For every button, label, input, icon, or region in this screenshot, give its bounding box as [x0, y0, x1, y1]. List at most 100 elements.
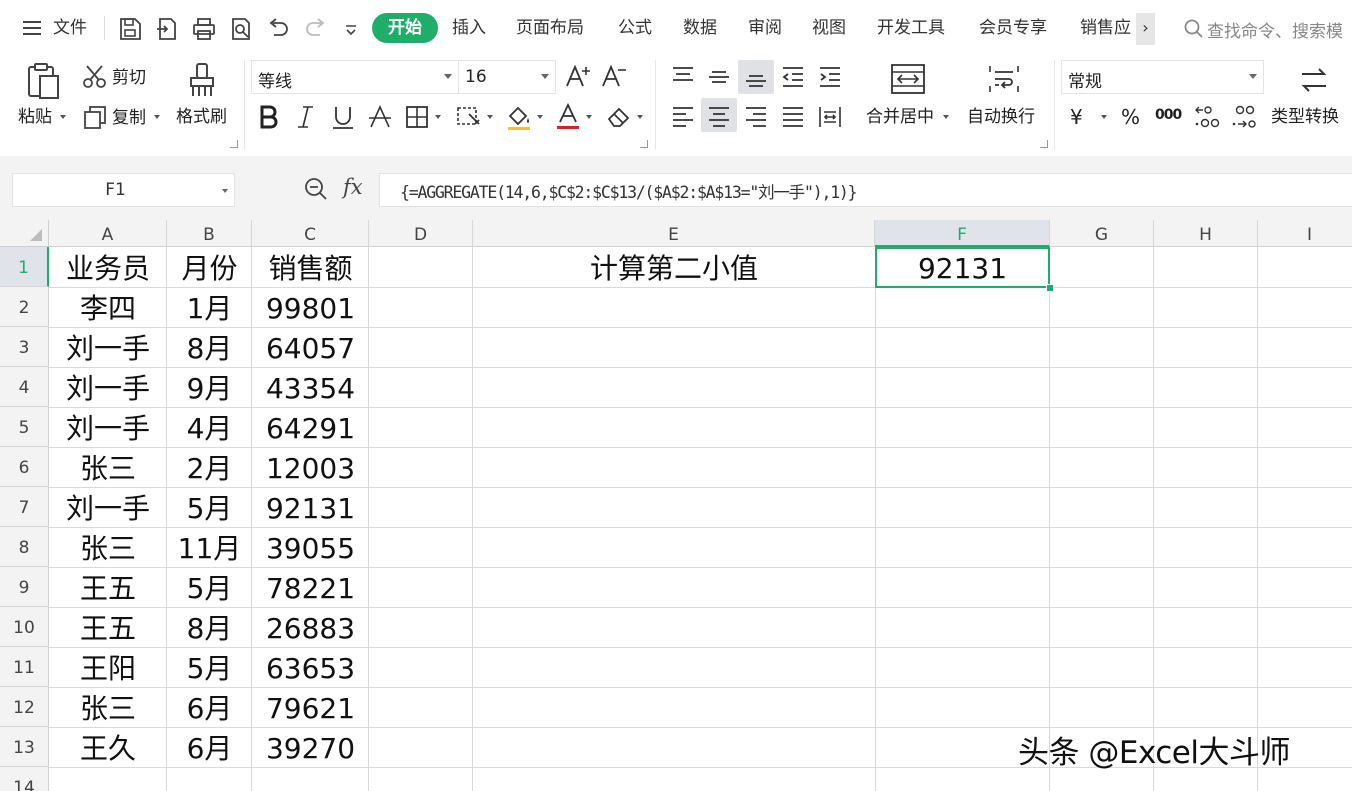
tab-view[interactable]: 视图	[812, 17, 846, 39]
copy-button[interactable]: 复制	[112, 107, 146, 129]
tab-insert[interactable]: 插入	[452, 17, 486, 39]
name-box[interactable]: F1	[12, 173, 235, 207]
column-header-e[interactable]: E	[473, 220, 875, 247]
undo-icon[interactable]	[265, 16, 291, 42]
cell-a9[interactable]: 王五	[49, 567, 167, 607]
justify-icon[interactable]	[780, 104, 806, 130]
font-color-icon[interactable]	[555, 102, 581, 132]
paste-button[interactable]: 粘贴	[18, 106, 52, 128]
row-header[interactable]: 5	[0, 407, 49, 447]
cell-a1[interactable]: 业务员	[49, 247, 167, 287]
cell-b12[interactable]: 6月	[167, 687, 252, 727]
clear-format-icon[interactable]	[605, 104, 633, 130]
formula-input[interactable]: {=AGGREGATE(14,6,$C$2:$C$13/($A$2:$A$13=…	[379, 173, 1352, 207]
copy-icon[interactable]	[82, 104, 108, 130]
cell-a11[interactable]: 王阳	[49, 647, 167, 687]
strikethrough-icon[interactable]	[367, 104, 393, 130]
format-painter-button[interactable]: 格式刷	[176, 106, 227, 128]
format-painter-icon[interactable]	[186, 62, 220, 100]
cell-b1[interactable]: 月份	[167, 247, 252, 287]
row-header[interactable]: 6	[0, 447, 49, 487]
merge-center-button[interactable]: 合并居中	[866, 106, 934, 128]
decrease-font-size-icon[interactable]	[601, 64, 629, 90]
cell-c10[interactable]: 26883	[252, 607, 369, 647]
clear-format-dropdown-icon[interactable]	[637, 115, 643, 119]
row-header[interactable]: 4	[0, 367, 49, 407]
cell-b3[interactable]: 8月	[167, 327, 252, 367]
tab-sales[interactable]: 销售应	[1080, 17, 1131, 39]
wrap-text-icon[interactable]	[986, 62, 1022, 96]
underline-icon[interactable]	[330, 104, 356, 130]
align-center-icon[interactable]	[706, 104, 732, 130]
row-header[interactable]: 2	[0, 287, 49, 327]
increase-indent-icon[interactable]	[817, 64, 843, 90]
align-top-icon[interactable]	[670, 64, 696, 90]
cell-c9[interactable]: 78221	[252, 567, 369, 607]
bold-icon[interactable]	[257, 104, 281, 130]
zoom-formula-icon[interactable]	[303, 176, 329, 206]
cell-a8[interactable]: 张三	[49, 527, 167, 567]
merge-center-dropdown-icon[interactable]	[943, 115, 949, 119]
cell-c13[interactable]: 39270	[252, 727, 369, 767]
type-convert-icon[interactable]	[1296, 62, 1332, 98]
column-header-f[interactable]: F	[875, 220, 1050, 247]
cell-b7[interactable]: 5月	[167, 487, 252, 527]
cut-icon[interactable]	[82, 64, 108, 90]
borders-dropdown-icon[interactable]	[435, 115, 441, 119]
cell-a7[interactable]: 刘一手	[49, 487, 167, 527]
type-convert-button[interactable]: 类型转换	[1271, 106, 1339, 128]
increase-decimal-icon[interactable]	[1193, 102, 1221, 132]
save-icon[interactable]	[117, 16, 143, 42]
tab-formulas[interactable]: 公式	[618, 17, 652, 39]
tab-member[interactable]: 会员专享	[979, 17, 1047, 39]
column-header-b[interactable]: B	[167, 220, 252, 247]
fill-color-dropdown-icon[interactable]	[537, 115, 543, 119]
cell-c7[interactable]: 92131	[252, 487, 369, 527]
cut-button[interactable]: 剪切	[112, 67, 146, 89]
cell-b8[interactable]: 11月	[167, 527, 252, 567]
row-header[interactable]: 3	[0, 327, 49, 367]
cell-c5[interactable]: 64291	[252, 407, 369, 447]
cell-b9[interactable]: 5月	[167, 567, 252, 607]
insert-function-button[interactable]: fx	[343, 175, 363, 199]
tab-developer[interactable]: 开发工具	[877, 17, 945, 39]
export-pdf-icon[interactable]	[154, 16, 180, 42]
spreadsheet-grid[interactable]: A B C D E F G H I 1 2 3 4 5 6 7 8 9 10 1…	[0, 220, 1352, 791]
font-color-dropdown-icon[interactable]	[586, 115, 592, 119]
font-size-select[interactable]: 16	[458, 60, 556, 94]
file-menu[interactable]: 文件	[53, 17, 87, 39]
fill-color-icon[interactable]	[505, 104, 533, 132]
merge-center-icon[interactable]	[890, 62, 926, 96]
cell-a4[interactable]: 刘一手	[49, 367, 167, 407]
cell-a10[interactable]: 王五	[49, 607, 167, 647]
row-header[interactable]: 1	[0, 247, 49, 287]
decrease-decimal-icon[interactable]	[1230, 102, 1258, 132]
command-search-box[interactable]: 查找命令、搜索模	[1180, 15, 1352, 43]
cell-c12[interactable]: 79621	[252, 687, 369, 727]
copy-dropdown-icon[interactable]	[154, 115, 160, 119]
cell-a6[interactable]: 张三	[49, 447, 167, 487]
print-icon[interactable]	[191, 16, 217, 42]
cell-style-icon[interactable]	[455, 104, 483, 130]
row-header[interactable]: 10	[0, 607, 49, 647]
column-header-d[interactable]: D	[369, 220, 473, 247]
cell-b10[interactable]: 8月	[167, 607, 252, 647]
cell-c6[interactable]: 12003	[252, 447, 369, 487]
cell-b2[interactable]: 1月	[167, 287, 252, 327]
cell-b6[interactable]: 2月	[167, 447, 252, 487]
hamburger-menu-icon[interactable]	[20, 16, 46, 42]
paste-icon[interactable]	[25, 62, 63, 100]
font-dialog-launcher[interactable]	[640, 140, 648, 148]
print-preview-icon[interactable]	[228, 16, 254, 42]
cell-c8[interactable]: 39055	[252, 527, 369, 567]
align-left-icon[interactable]	[670, 104, 696, 130]
row-header[interactable]: 14	[0, 767, 49, 791]
column-header-i[interactable]: I	[1258, 220, 1352, 247]
distributed-align-icon[interactable]	[817, 104, 843, 130]
italic-icon[interactable]	[294, 104, 318, 130]
cell-c11[interactable]: 63653	[252, 647, 369, 687]
cell-c3[interactable]: 64057	[252, 327, 369, 367]
cell-a5[interactable]: 刘一手	[49, 407, 167, 447]
align-right-icon[interactable]	[743, 104, 769, 130]
cell-b11[interactable]: 5月	[167, 647, 252, 687]
